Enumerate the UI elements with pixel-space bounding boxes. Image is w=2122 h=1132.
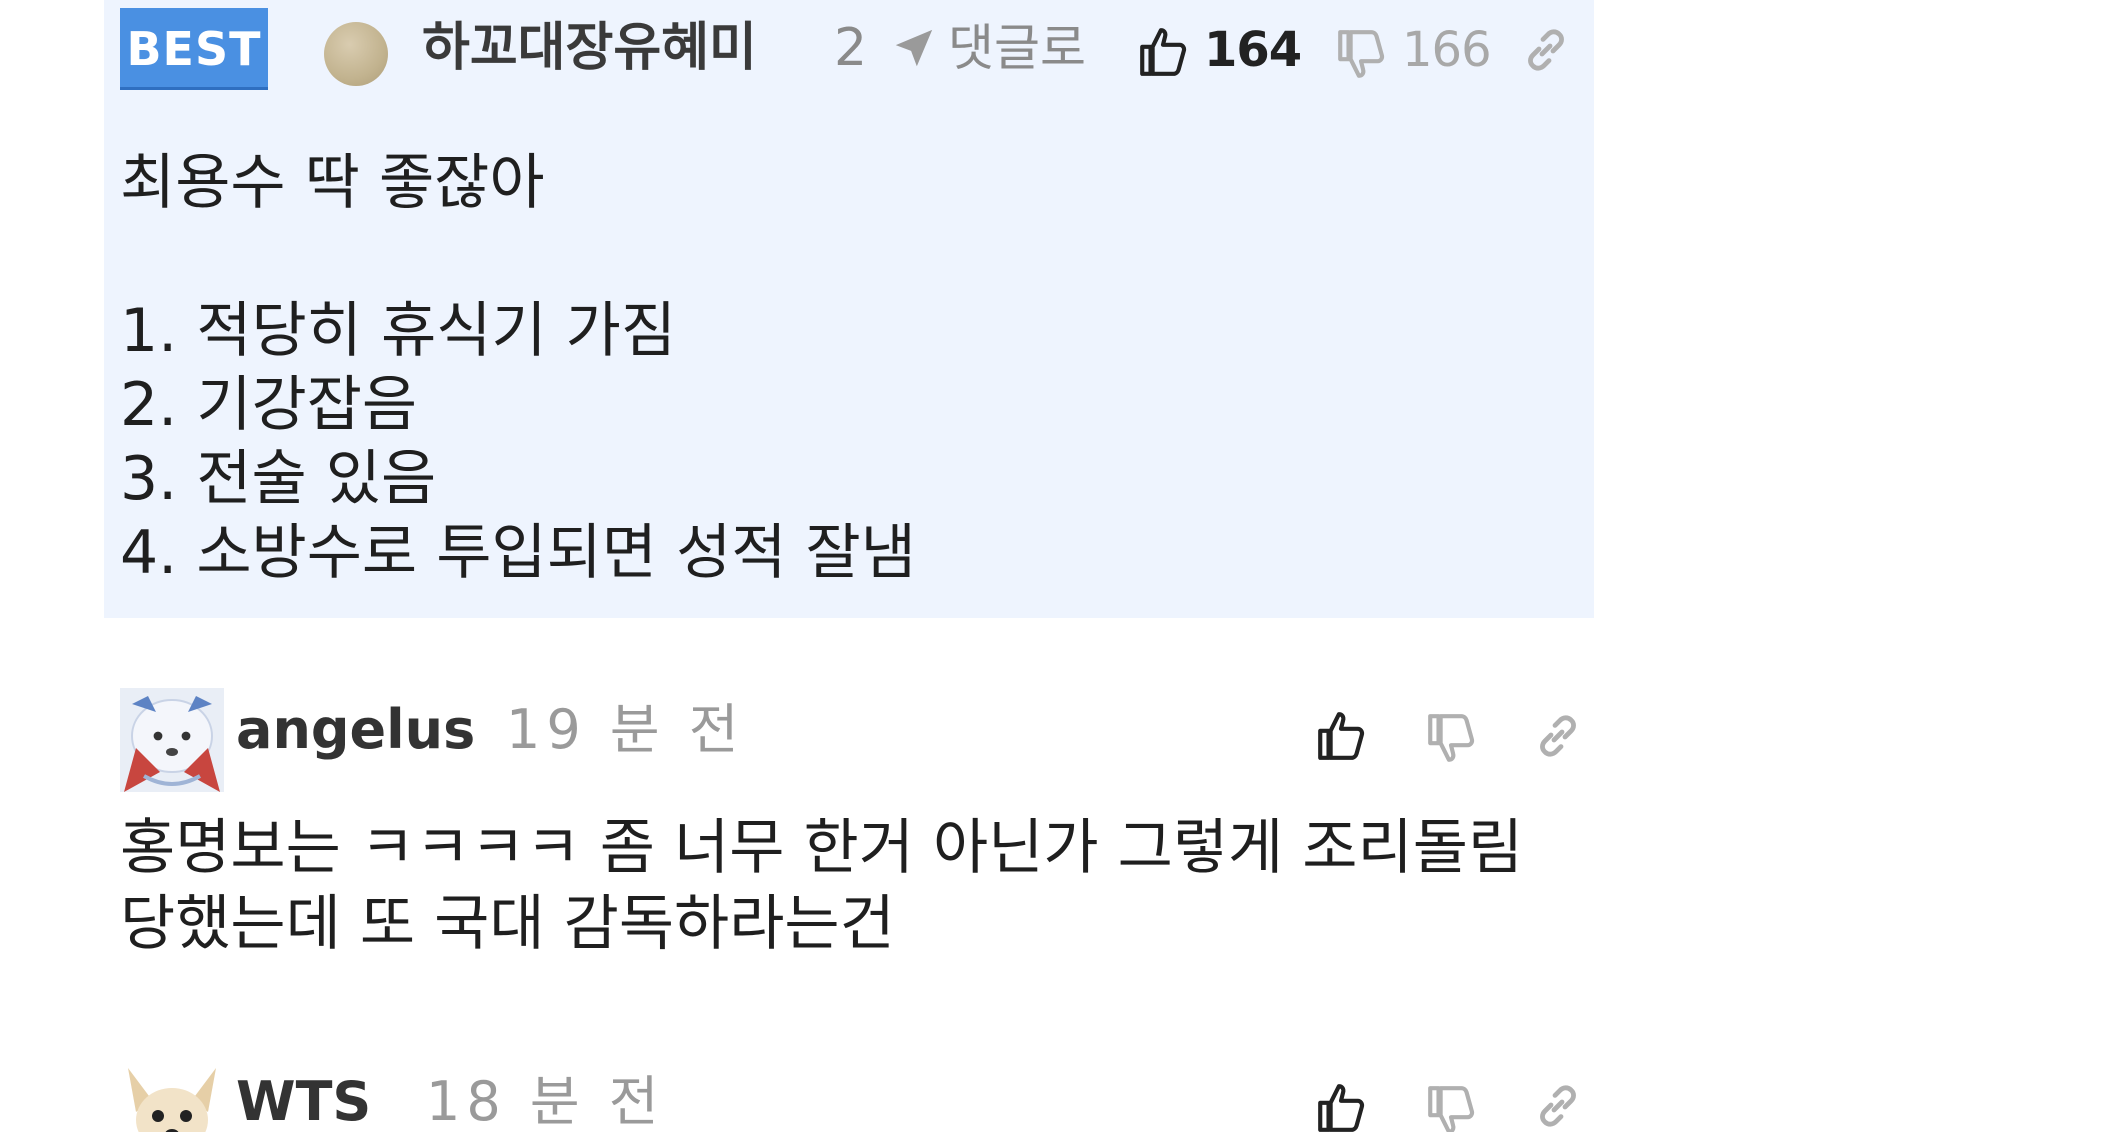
thumbs-up-icon[interactable] bbox=[1138, 24, 1188, 78]
thumbs-down-icon[interactable] bbox=[1426, 1084, 1476, 1132]
thumbs-up-icon[interactable] bbox=[1316, 1080, 1366, 1132]
reply-arrow-icon[interactable] bbox=[890, 26, 936, 72]
thumbs-down-icon[interactable] bbox=[1336, 28, 1386, 82]
author-name[interactable]: 하꼬대장유혜미 bbox=[422, 8, 757, 88]
reply-count: 2 bbox=[834, 18, 868, 78]
comment-item: WTS 18 분 전 bbox=[104, 1054, 1594, 1132]
author-name[interactable]: angelus bbox=[236, 690, 475, 770]
comment-body-line: 3. 전술 있음 bbox=[120, 444, 437, 514]
comment-body: 홍명보는 ㅋㅋㅋㅋ 좀 너무 한거 아닌가 그렇게 조리돌림 당했는데 또 국대… bbox=[120, 813, 1524, 959]
link-icon[interactable] bbox=[1534, 712, 1582, 760]
best-badge: BEST bbox=[120, 8, 268, 90]
best-comment: BEST 하꼬대장유혜미 2 댓글로 164 166 최용수 딱 좋잖아 1. … bbox=[104, 0, 1594, 618]
timestamp: 18 분 전 bbox=[426, 1070, 665, 1132]
avatar[interactable] bbox=[120, 1060, 224, 1132]
avatar[interactable] bbox=[120, 688, 224, 792]
link-icon[interactable] bbox=[1534, 1082, 1582, 1130]
link-icon[interactable] bbox=[1522, 26, 1570, 74]
reply-link[interactable]: 댓글로 bbox=[948, 8, 1086, 88]
comment-page: BEST 하꼬대장유혜미 2 댓글로 164 166 최용수 딱 좋잖아 1. … bbox=[0, 0, 2122, 1132]
downvote-count: 166 bbox=[1402, 22, 1492, 78]
timestamp: 19 분 전 bbox=[506, 698, 745, 761]
thumbs-up-icon[interactable] bbox=[1316, 708, 1366, 762]
comment-body-line: 2. 기강잡음 bbox=[120, 370, 418, 440]
comment-body-line: 1. 적당히 휴식기 가짐 bbox=[120, 296, 677, 366]
comment-body-line: 4. 소방수로 투입되면 성적 잘냄 bbox=[120, 518, 916, 588]
comment-body-line: 최용수 딱 좋잖아 bbox=[120, 148, 545, 218]
comment-item: angelus 19 분 전 홍명보는 ㅋㅋㅋㅋ 좀 너무 한거 아닌가 그렇게… bbox=[104, 680, 1594, 1010]
avatar[interactable] bbox=[324, 22, 388, 86]
author-name[interactable]: WTS bbox=[236, 1062, 371, 1132]
comment-body: 최용수 딱 좋잖아 1. 적당히 휴식기 가짐 2. 기강잡음 3. 전술 있음… bbox=[120, 146, 1560, 590]
thumbs-down-icon[interactable] bbox=[1426, 712, 1476, 766]
upvote-count: 164 bbox=[1204, 22, 1302, 78]
